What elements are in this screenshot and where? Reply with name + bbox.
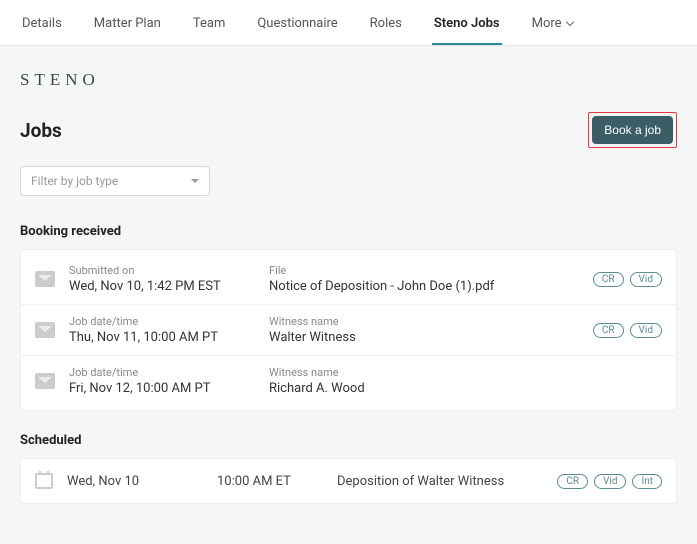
row-value: Wed, Nov 10, 1:42 PM EST	[69, 279, 269, 294]
scheduled-card: Wed, Nov 10 10:00 AM ET Deposition of Wa…	[20, 458, 677, 504]
filter-job-type[interactable]: Filter by job type	[20, 166, 210, 196]
row-label: Job date/time	[69, 315, 269, 328]
steno-logo: STENO	[20, 64, 677, 112]
booking-col-2: Witness name Walter Witness	[269, 315, 593, 345]
page-title: Jobs	[20, 119, 62, 142]
pill-cr: CR	[593, 323, 624, 338]
row-label: Submitted on	[69, 264, 269, 277]
book-job-button[interactable]: Book a job	[592, 116, 673, 144]
booking-row[interactable]: Job date/time Fri, Nov 12, 10:00 AM PT W…	[21, 356, 676, 406]
pill-vid: Vid	[594, 474, 626, 489]
scheduled-date: Wed, Nov 10	[67, 474, 217, 489]
pill-vid: Vid	[630, 323, 662, 338]
pill-vid: Vid	[630, 272, 662, 287]
filter-placeholder: Filter by job type	[31, 174, 118, 188]
tab-steno-jobs[interactable]: Steno Jobs	[432, 10, 502, 45]
tab-more[interactable]: More	[530, 10, 575, 45]
book-job-highlight: Book a job	[588, 112, 677, 148]
calendar-icon	[35, 473, 53, 489]
chevron-down-icon	[565, 18, 573, 26]
scheduled-row[interactable]: Wed, Nov 10 10:00 AM ET Deposition of Wa…	[21, 463, 676, 499]
tab-more-label: More	[532, 16, 562, 31]
pill-cr: CR	[593, 272, 624, 287]
scheduled-time: 10:00 AM ET	[217, 474, 337, 489]
tab-matter-plan[interactable]: Matter Plan	[92, 10, 163, 45]
booking-row[interactable]: Submitted on Wed, Nov 10, 1:42 PM EST Fi…	[21, 254, 676, 305]
tab-details[interactable]: Details	[20, 10, 64, 45]
pills: CR Vid Int	[557, 474, 662, 489]
tab-roles[interactable]: Roles	[368, 10, 404, 45]
section-booking-received-title: Booking received	[20, 224, 677, 239]
booking-col-2: File Notice of Deposition - John Doe (1)…	[269, 264, 593, 294]
envelope-icon	[35, 373, 55, 389]
tab-questionnaire[interactable]: Questionnaire	[255, 10, 339, 45]
row-value: Notice of Deposition - John Doe (1).pdf	[269, 279, 593, 294]
section-scheduled-title: Scheduled	[20, 433, 677, 448]
row-label: Job date/time	[69, 366, 269, 379]
envelope-icon	[35, 271, 55, 287]
scheduled-desc: Deposition of Walter Witness	[337, 474, 557, 489]
row-label: File	[269, 264, 593, 277]
pill-int: Int	[632, 474, 662, 489]
row-value: Fri, Nov 12, 10:00 AM PT	[69, 381, 269, 396]
envelope-icon	[35, 322, 55, 338]
booking-row[interactable]: Job date/time Thu, Nov 11, 10:00 AM PT W…	[21, 305, 676, 356]
tab-team[interactable]: Team	[191, 10, 228, 45]
row-value: Walter Witness	[269, 330, 593, 345]
booking-col-1: Submitted on Wed, Nov 10, 1:42 PM EST	[69, 264, 269, 294]
row-value: Richard A. Wood	[269, 381, 662, 396]
booking-received-card: Submitted on Wed, Nov 10, 1:42 PM EST Fi…	[20, 249, 677, 411]
header-row: Jobs Book a job	[20, 112, 677, 148]
row-value: Thu, Nov 11, 10:00 AM PT	[69, 330, 269, 345]
pills: CR Vid	[593, 323, 662, 338]
booking-col-1: Job date/time Thu, Nov 11, 10:00 AM PT	[69, 315, 269, 345]
booking-col-1: Job date/time Fri, Nov 12, 10:00 AM PT	[69, 366, 269, 396]
booking-col-2: Witness name Richard A. Wood	[269, 366, 662, 396]
content-area: STENO Jobs Book a job Filter by job type…	[0, 46, 697, 544]
row-label: Witness name	[269, 315, 593, 328]
row-label: Witness name	[269, 366, 662, 379]
tabs-bar: Details Matter Plan Team Questionnaire R…	[0, 0, 697, 46]
pill-cr: CR	[557, 474, 588, 489]
caret-down-icon	[191, 179, 199, 183]
pills: CR Vid	[593, 272, 662, 287]
